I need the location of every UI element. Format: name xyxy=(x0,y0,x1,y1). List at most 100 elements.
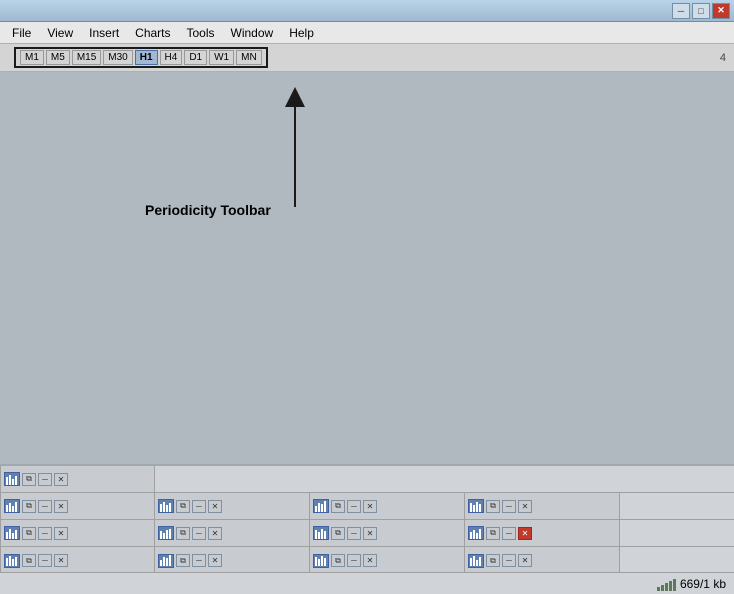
chart-icon-3a xyxy=(4,526,20,540)
tab-btn-close-1[interactable]: ✕ xyxy=(54,473,68,486)
tab-btn-restore-4c[interactable]: ⧉ xyxy=(331,554,345,567)
tab-btn-min-4d[interactable]: ─ xyxy=(502,554,516,567)
bottom-row-2: ⧉ ─ ✕ ⧉ ─ ✕ ⧉ ─ ✕ ⧉ ─ ✕ xyxy=(0,493,734,520)
chart-tab-3b: ⧉ ─ ✕ xyxy=(155,520,310,546)
tab-btn-min-4b[interactable]: ─ xyxy=(192,554,206,567)
tab-btn-close-4c[interactable]: ✕ xyxy=(363,554,377,567)
chart-tab-4b: ⧉ ─ ✕ xyxy=(155,547,310,574)
tab-btn-min-3a[interactable]: ─ xyxy=(38,527,52,540)
tab-btn-restore-4d[interactable]: ⧉ xyxy=(486,554,500,567)
chart-icon-3b xyxy=(158,526,174,540)
tab-btn-close-2d[interactable]: ✕ xyxy=(518,500,532,513)
bar-seg-2 xyxy=(661,585,664,591)
tab-btn-restore-3b[interactable]: ⧉ xyxy=(176,527,190,540)
chart-icon-4b xyxy=(158,554,174,568)
period-m30[interactable]: M30 xyxy=(103,50,132,65)
tab-btn-min-3d[interactable]: ─ xyxy=(502,527,516,540)
tab-btn-close-4a[interactable]: ✕ xyxy=(54,554,68,567)
chart-icon-2b xyxy=(158,499,174,513)
chart-tab-single: ⧉ ─ ✕ xyxy=(0,466,155,492)
title-bar: ─ □ ✕ xyxy=(0,0,734,22)
tab-btn-restore-4b[interactable]: ⧉ xyxy=(176,554,190,567)
tab-btn-restore-3a[interactable]: ⧉ xyxy=(22,527,36,540)
title-bar-controls: ─ □ ✕ xyxy=(672,3,730,19)
tab-btn-min-2c[interactable]: ─ xyxy=(347,500,361,513)
chart-tab-2c: ⧉ ─ ✕ xyxy=(310,493,465,519)
close-button[interactable]: ✕ xyxy=(712,3,730,19)
chart-icon-3c xyxy=(313,526,329,540)
tab-btn-min-3c[interactable]: ─ xyxy=(347,527,361,540)
tab-btn-min-2d[interactable]: ─ xyxy=(502,500,516,513)
chart-icon-2c xyxy=(313,499,329,513)
menu-file[interactable]: File xyxy=(4,24,39,42)
period-mn[interactable]: MN xyxy=(236,50,262,65)
chart-icon-4c xyxy=(313,554,329,568)
tab-btn-min-2a[interactable]: ─ xyxy=(38,500,52,513)
chart-icon-1 xyxy=(4,472,20,486)
maximize-button[interactable]: □ xyxy=(692,3,710,19)
period-m15[interactable]: M15 xyxy=(72,50,101,65)
menu-bar: File View Insert Charts Tools Window Hel… xyxy=(0,22,734,44)
tab-btn-restore-3c[interactable]: ⧉ xyxy=(331,527,345,540)
tab-btn-close-3b[interactable]: ✕ xyxy=(208,527,222,540)
menu-view[interactable]: View xyxy=(39,24,81,42)
toolbar-area: M1 M5 M15 M30 H1 H4 D1 W1 MN 4 xyxy=(0,44,734,72)
bar-seg-4 xyxy=(669,581,672,591)
chart-icon-2a xyxy=(4,499,20,513)
tab-btn-restore-4a[interactable]: ⧉ xyxy=(22,554,36,567)
tab-btn-restore-2a[interactable]: ⧉ xyxy=(22,500,36,513)
chart-tab-3d: ⧉ ─ ✕ xyxy=(465,520,620,546)
chart-tab-4c: ⧉ ─ ✕ xyxy=(310,547,465,574)
main-content: Periodicity Toolbar xyxy=(0,72,734,464)
chart-tab-2b: ⧉ ─ ✕ xyxy=(155,493,310,519)
menu-tools[interactable]: Tools xyxy=(179,24,223,42)
period-m5[interactable]: M5 xyxy=(46,50,70,65)
annotation-label: Periodicity Toolbar xyxy=(145,202,271,218)
menu-insert[interactable]: Insert xyxy=(81,24,127,42)
tab-btn-close-2a[interactable]: ✕ xyxy=(54,500,68,513)
bottom-row-1: ⧉ ─ ✕ xyxy=(0,466,734,493)
tab-btn-close-2c[interactable]: ✕ xyxy=(363,500,377,513)
tab-btn-min-4a[interactable]: ─ xyxy=(38,554,52,567)
chart-icon-3d xyxy=(468,526,484,540)
bottom-row-4: ⧉ ─ ✕ ⧉ ─ ✕ ⧉ ─ ✕ ⧉ ─ ✕ xyxy=(0,547,734,574)
tab-btn-min-2b[interactable]: ─ xyxy=(192,500,206,513)
chart-tab-2a: ⧉ ─ ✕ xyxy=(0,493,155,519)
corner-number: 4 xyxy=(720,52,730,64)
tab-btn-restore-2c[interactable]: ⧉ xyxy=(331,500,345,513)
period-w1[interactable]: W1 xyxy=(209,50,234,65)
tab-btn-min-3b[interactable]: ─ xyxy=(192,527,206,540)
tab-btn-restore-2d[interactable]: ⧉ xyxy=(486,500,500,513)
status-bar: 669/1 kb xyxy=(0,572,734,594)
period-d1[interactable]: D1 xyxy=(184,50,207,65)
tab-btn-close-3a[interactable]: ✕ xyxy=(54,527,68,540)
bottom-panel: ⧉ ─ ✕ ⧉ ─ ✕ ⧉ ─ ✕ ⧉ ─ ✕ xyxy=(0,464,734,572)
minimize-button[interactable]: ─ xyxy=(672,3,690,19)
period-m1[interactable]: M1 xyxy=(20,50,44,65)
tab-btn-restore-1[interactable]: ⧉ xyxy=(22,473,36,486)
tab-btn-close-2b[interactable]: ✕ xyxy=(208,500,222,513)
tab-btn-min-1[interactable]: ─ xyxy=(38,473,52,486)
chart-icon-4a xyxy=(4,554,20,568)
status-indicator: 669/1 kb xyxy=(657,577,726,591)
chart-tab-4a: ⧉ ─ ✕ xyxy=(0,547,155,574)
tab-btn-close-3d-active[interactable]: ✕ xyxy=(518,527,532,540)
period-h4[interactable]: H4 xyxy=(160,50,183,65)
tab-btn-restore-3d[interactable]: ⧉ xyxy=(486,527,500,540)
tab-btn-close-4b[interactable]: ✕ xyxy=(208,554,222,567)
bar-seg-3 xyxy=(665,583,668,591)
bottom-row-3: ⧉ ─ ✕ ⧉ ─ ✕ ⧉ ─ ✕ ⧉ ─ ✕ xyxy=(0,520,734,547)
menu-charts[interactable]: Charts xyxy=(127,24,178,42)
period-h1[interactable]: H1 xyxy=(135,50,158,65)
chart-icon-4d xyxy=(468,554,484,568)
tab-btn-close-4d[interactable]: ✕ xyxy=(518,554,532,567)
tab-btn-min-4c[interactable]: ─ xyxy=(347,554,361,567)
chart-tab-4d: ⧉ ─ ✕ xyxy=(465,547,620,574)
tab-btn-restore-2b[interactable]: ⧉ xyxy=(176,500,190,513)
annotation-arrow xyxy=(0,72,734,464)
tab-btn-close-3c[interactable]: ✕ xyxy=(363,527,377,540)
menu-help[interactable]: Help xyxy=(281,24,322,42)
menu-window[interactable]: Window xyxy=(223,24,282,42)
chart-tab-3c: ⧉ ─ ✕ xyxy=(310,520,465,546)
signal-icon xyxy=(657,577,676,591)
